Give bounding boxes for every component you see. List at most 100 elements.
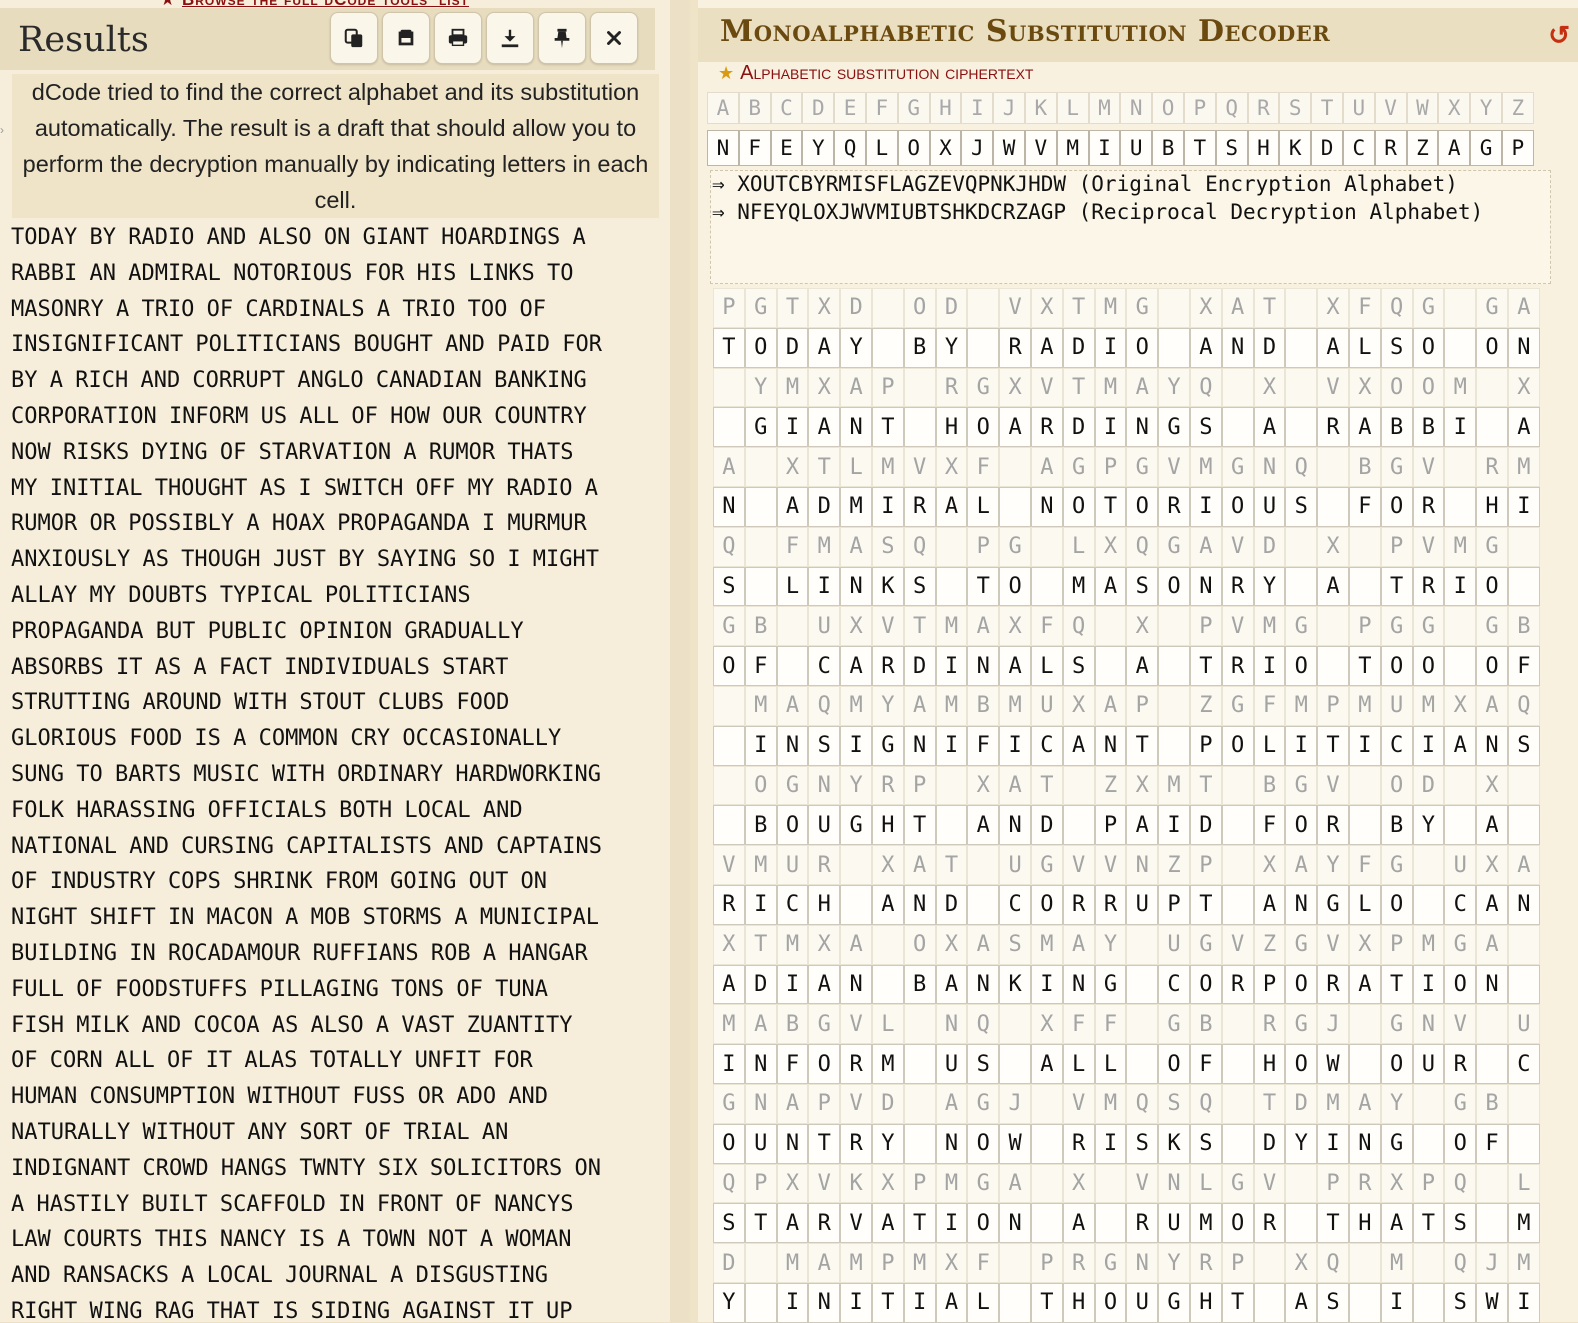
substitution-letter-input[interactable]: X (929, 130, 962, 166)
plain-cell-input[interactable] (1412, 884, 1445, 925)
plain-cell-input[interactable]: T (1126, 725, 1159, 766)
plain-cell-input[interactable]: A (1126, 805, 1159, 846)
plain-cell-input[interactable]: W (1317, 1044, 1349, 1084)
plain-cell-input[interactable]: N (744, 1044, 777, 1084)
plain-cell-input[interactable]: A (713, 964, 745, 1005)
pin-button[interactable] (538, 12, 586, 64)
plain-cell-input[interactable] (1030, 1203, 1063, 1244)
plain-cell-input[interactable] (1221, 407, 1254, 448)
plain-cell-input[interactable]: N (776, 725, 809, 766)
plain-cell-input[interactable]: A (1476, 805, 1508, 846)
plain-cell-input[interactable]: T (1412, 1203, 1445, 1244)
plain-cell-input[interactable]: O (1062, 486, 1095, 527)
plain-cell-input[interactable]: N (776, 1123, 809, 1164)
plain-cell-input[interactable]: L (776, 566, 809, 607)
plain-cell-input[interactable]: I (744, 884, 777, 925)
plain-cell-input[interactable]: R (1412, 566, 1445, 607)
plain-cell-input[interactable]: O (967, 1203, 1000, 1244)
plain-cell-input[interactable]: T (967, 566, 1000, 607)
plain-cell-input[interactable]: R (1062, 884, 1095, 925)
plain-cell-input[interactable]: N (935, 1123, 968, 1164)
plain-cell-input[interactable]: S (1317, 1282, 1349, 1323)
plain-cell-input[interactable] (935, 805, 968, 846)
plain-cell-input[interactable] (1476, 1044, 1508, 1084)
plain-cell-input[interactable]: O (1158, 566, 1190, 607)
plain-cell-input[interactable]: H (808, 884, 841, 925)
plain-cell-input[interactable]: A (808, 327, 841, 368)
plain-cell-input[interactable]: K (871, 566, 904, 607)
plain-cell-input[interactable]: O (967, 407, 1000, 448)
plain-cell-input[interactable] (1094, 1203, 1127, 1244)
plain-cell-input[interactable]: S (1444, 1203, 1477, 1244)
plain-cell-input[interactable] (1126, 964, 1159, 1005)
substitution-letter-input[interactable]: D (1311, 130, 1343, 166)
plain-cell-input[interactable]: I (808, 566, 841, 607)
plain-cell-input[interactable]: S (1444, 1282, 1477, 1323)
plain-cell-input[interactable]: P (1189, 725, 1222, 766)
plain-cell-input[interactable] (1507, 805, 1540, 846)
plain-cell-input[interactable]: I (776, 407, 809, 448)
plain-cell-input[interactable]: G (840, 805, 872, 846)
plain-cell-input[interactable] (1158, 327, 1190, 368)
substitution-letter-input[interactable]: J (961, 130, 994, 166)
plain-cell-input[interactable]: S (1189, 1123, 1222, 1164)
plain-cell-input[interactable]: I (1507, 1282, 1540, 1323)
plain-cell-input[interactable]: S (808, 725, 841, 766)
substitution-letter-input[interactable]: C (1342, 130, 1375, 166)
plain-cell-input[interactable]: A (808, 964, 841, 1005)
plain-cell-input[interactable]: A (935, 1282, 968, 1323)
plain-cell-input[interactable] (1285, 566, 1318, 607)
plain-cell-input[interactable]: A (1062, 1203, 1095, 1244)
plain-cell-input[interactable]: U (1158, 1203, 1190, 1244)
plain-cell-input[interactable] (903, 1123, 936, 1164)
plain-cell-input[interactable]: O (1030, 884, 1063, 925)
plain-cell-input[interactable]: R (999, 327, 1031, 368)
plain-cell-input[interactable]: O (1094, 1282, 1127, 1323)
plain-cell-input[interactable]: Y (840, 327, 872, 368)
plain-cell-input[interactable]: N (1094, 725, 1127, 766)
plain-cell-input[interactable]: G (744, 407, 777, 448)
substitution-letter-input[interactable]: G (1470, 130, 1502, 166)
plain-cell-input[interactable]: A (871, 884, 904, 925)
plain-cell-input[interactable]: F (1348, 486, 1381, 527)
plain-cell-input[interactable] (744, 1282, 777, 1323)
plain-cell-input[interactable]: A (1317, 566, 1349, 607)
plain-cell-input[interactable]: G (1158, 1282, 1190, 1323)
plain-cell-input[interactable]: L (967, 1282, 1000, 1323)
plain-cell-input[interactable]: N (1189, 566, 1222, 607)
plain-cell-input[interactable]: O (1126, 327, 1159, 368)
plain-cell-input[interactable]: B (1380, 805, 1413, 846)
plain-cell-input[interactable]: O (1380, 884, 1413, 925)
plain-cell-input[interactable]: N (840, 964, 872, 1005)
plain-cell-input[interactable]: Y (935, 327, 968, 368)
plain-cell-input[interactable]: A (1507, 407, 1540, 448)
plain-cell-input[interactable]: O (1221, 486, 1254, 527)
substitution-letter-input[interactable]: U (1120, 130, 1153, 166)
plain-cell-input[interactable]: G (1380, 1123, 1413, 1164)
plain-cell-input[interactable]: S (1126, 1123, 1159, 1164)
substitution-letter-input[interactable]: L (865, 130, 898, 166)
plain-cell-input[interactable]: R (1221, 646, 1254, 686)
plain-cell-input[interactable]: O (1285, 805, 1318, 846)
plain-cell-input[interactable]: A (1062, 725, 1095, 766)
plain-cell-input[interactable]: O (1444, 964, 1477, 1005)
plain-cell-input[interactable]: U (935, 1044, 968, 1084)
plain-cell-input[interactable]: I (935, 725, 968, 766)
plain-cell-input[interactable]: T (1221, 1282, 1254, 1323)
plain-cell-input[interactable]: U (744, 1123, 777, 1164)
plain-cell-input[interactable]: F (1189, 1044, 1222, 1084)
plain-cell-input[interactable] (1221, 1123, 1254, 1164)
plain-cell-input[interactable]: F (1476, 1123, 1508, 1164)
plain-cell-input[interactable]: O (1285, 646, 1318, 686)
plain-cell-input[interactable]: T (871, 407, 904, 448)
plain-cell-input[interactable]: A (1253, 407, 1286, 448)
plain-cell-input[interactable]: D (808, 486, 841, 527)
plain-cell-input[interactable]: T (1030, 1282, 1063, 1323)
plain-cell-input[interactable]: F (776, 1044, 809, 1084)
plain-cell-input[interactable]: L (1348, 884, 1381, 925)
plain-cell-input[interactable]: T (1348, 646, 1381, 686)
plain-cell-input[interactable]: R (1221, 566, 1254, 607)
plain-cell-input[interactable]: H (935, 407, 968, 448)
plain-cell-input[interactable]: D (744, 964, 777, 1005)
plain-cell-input[interactable]: R (840, 1123, 872, 1164)
